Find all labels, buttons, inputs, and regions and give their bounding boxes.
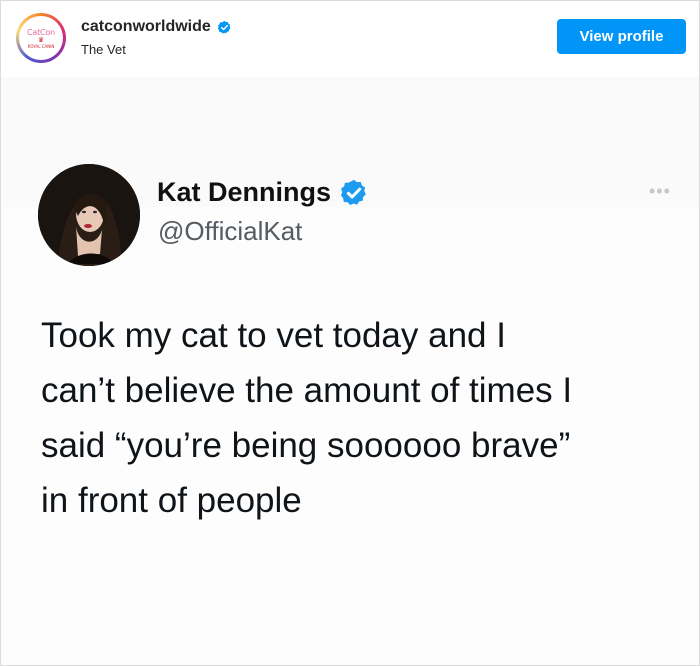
tweet-text-line: in front of people — [41, 481, 302, 520]
tweet-text-line: said “you’re being soooooo brave” — [41, 426, 571, 465]
tweet-author-name-text: Kat Dennings — [157, 177, 332, 207]
view-profile-button[interactable]: View profile — [557, 19, 686, 54]
logo-text-bottom: ROYAL CANIN — [27, 43, 55, 49]
username-text[interactable]: catconworldwide — [81, 18, 211, 36]
tweet-author-handle: @OfficialKat — [158, 216, 303, 246]
verified-badge-icon — [217, 20, 231, 33]
tweet-text: Took my cat to vet today and I can’t bel… — [41, 308, 691, 528]
tweet-author-avatar — [38, 164, 140, 266]
tweet-author-name: Kat Dennings — [157, 177, 369, 208]
more-options-icon: ••• — [649, 181, 671, 201]
portrait-icon — [38, 164, 140, 266]
account-username[interactable]: catconworldwide — [81, 18, 232, 36]
crown-icon: ♛ — [37, 35, 45, 44]
post-header: CatCon ♛ ROYAL CANIN catconworldwide The… — [1, 1, 699, 77]
tweet-text-line: can’t believe the amount of times I — [41, 371, 573, 410]
tweet-text-line: Took my cat to vet today and I — [41, 316, 506, 355]
profile-avatar[interactable]: CatCon ♛ ROYAL CANIN — [16, 13, 66, 63]
brand-logo: CatCon ♛ ROYAL CANIN — [19, 16, 63, 60]
post-location[interactable]: The Vet — [81, 42, 126, 57]
instagram-embed: CatCon ♛ ROYAL CANIN catconworldwide The… — [0, 0, 700, 666]
verified-badge-icon — [341, 179, 366, 205]
